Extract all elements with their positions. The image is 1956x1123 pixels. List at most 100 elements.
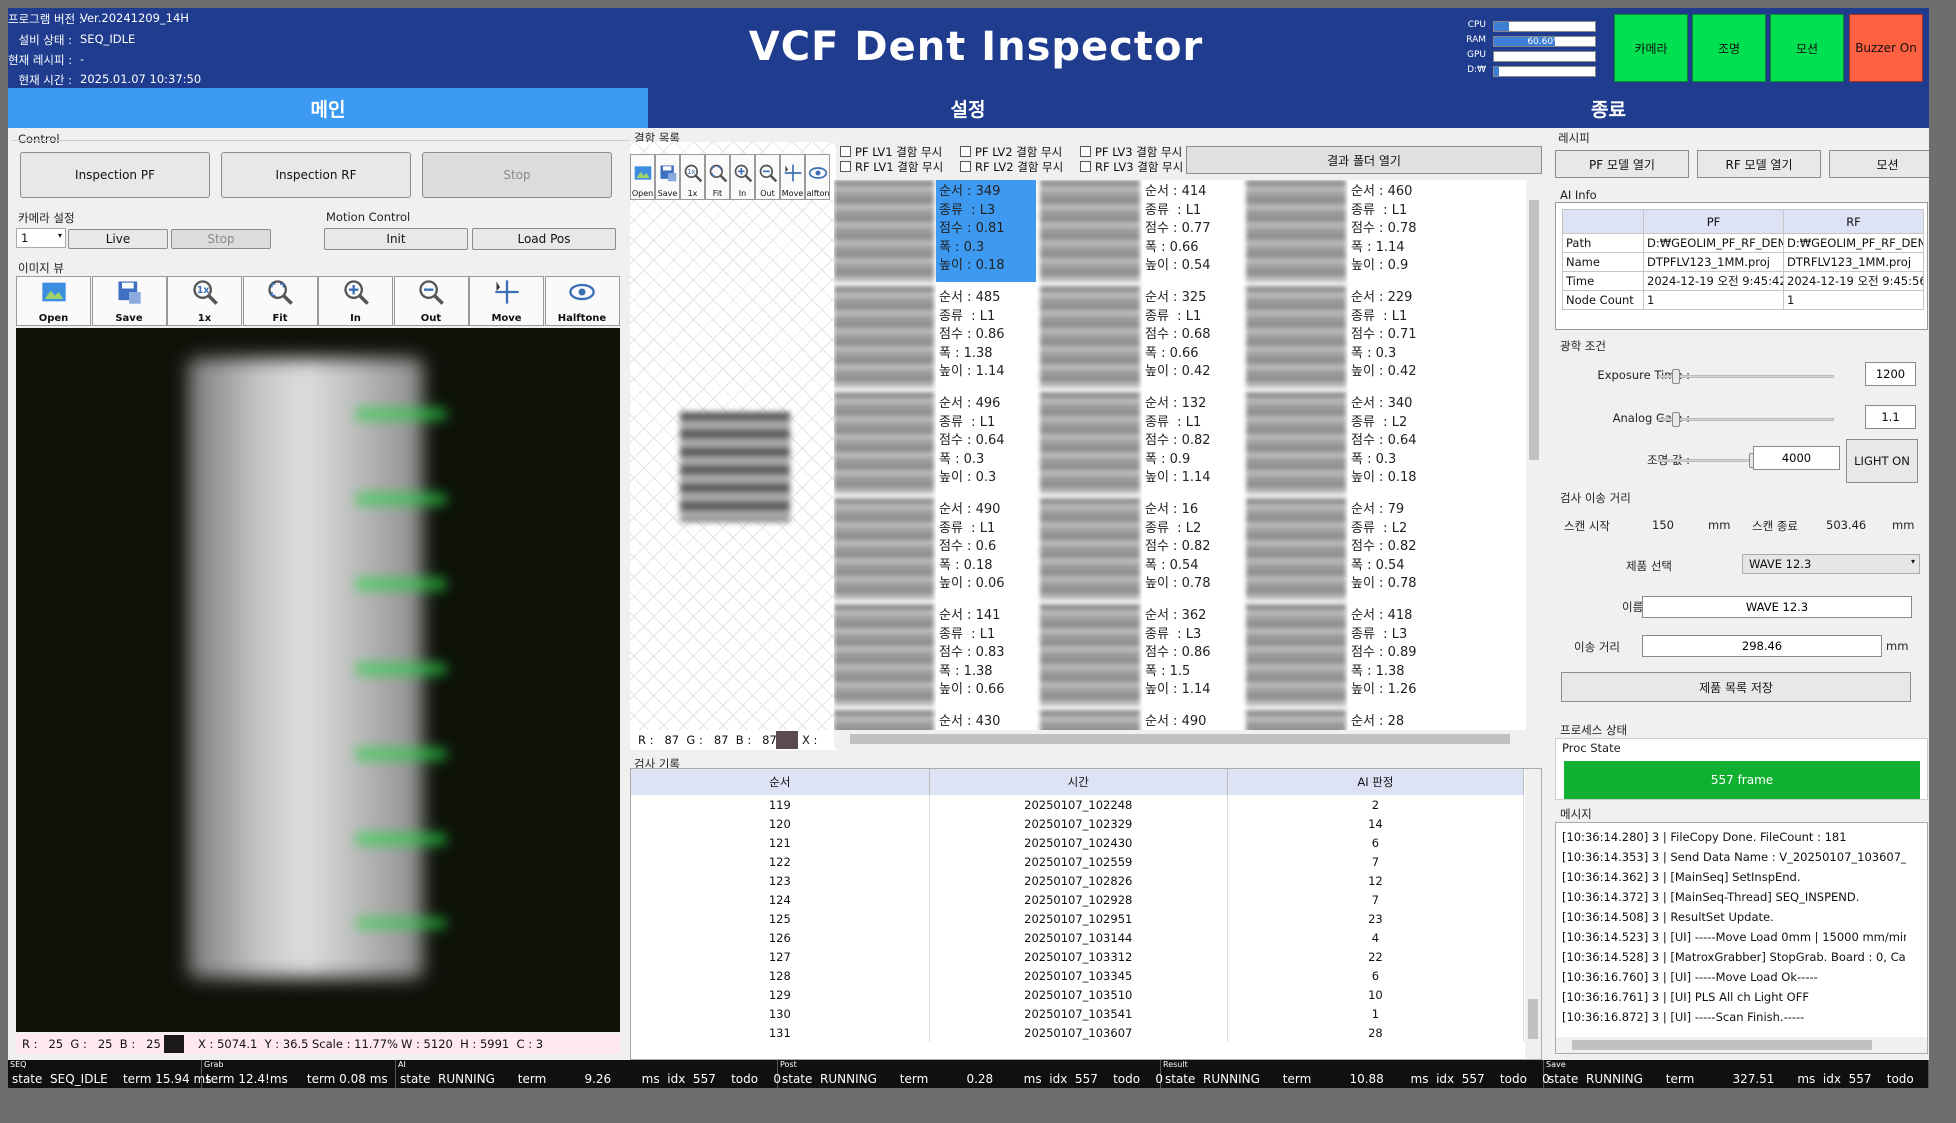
checkbox-box[interactable] bbox=[960, 161, 971, 172]
defect-card[interactable]: 순서 : 79 종류 : L2 점수 : 0.82 폭 : 0.54 높이 : 0.78 bbox=[1348, 498, 1448, 600]
filter-checkbox[interactable]: PF LV3 결함 무시 bbox=[1080, 144, 1182, 160]
motion-button[interactable]: 모션 bbox=[1770, 14, 1844, 82]
gain-input[interactable] bbox=[1865, 405, 1916, 429]
defect-card[interactable]: 순서 : 132 종류 : L1 점수 : 0.82 폭 : 0.9 높이 : 1.14 bbox=[1142, 392, 1242, 494]
stop-button[interactable]: Stop bbox=[422, 152, 612, 198]
defect-grid-hscrollbar[interactable] bbox=[834, 730, 1526, 748]
history-row[interactable]: 126 20250107_103144 4 bbox=[631, 928, 1525, 947]
history-row[interactable]: 127 20250107_103312 22 bbox=[631, 947, 1525, 966]
1x-tool-button[interactable]: 1x 1x bbox=[167, 276, 242, 326]
history-row[interactable]: 131 20250107_103607 28 bbox=[631, 1023, 1525, 1042]
slider-track[interactable] bbox=[1658, 375, 1834, 378]
history-row[interactable]: 129 20250107_103510 10 bbox=[631, 985, 1525, 1004]
defect-card[interactable]: 순서 : 28 bbox=[1348, 710, 1448, 732]
checkbox-box[interactable] bbox=[1080, 161, 1091, 172]
history-row[interactable]: 123 20250107_102826 12 bbox=[631, 871, 1525, 890]
move-tool-button[interactable]: Move bbox=[469, 276, 544, 326]
preview-move-tool[interactable]: Move bbox=[780, 154, 805, 200]
defect-thumbnail[interactable] bbox=[1246, 604, 1346, 706]
camera-select[interactable]: 1 ▾ bbox=[16, 228, 66, 248]
defect-card[interactable]: 순서 : 325 종류 : L1 점수 : 0.68 폭 : 0.66 높이 : 0.4… bbox=[1142, 286, 1242, 388]
open-tool-button[interactable]: Open bbox=[16, 276, 91, 326]
preview-save-tool[interactable]: Save bbox=[655, 154, 680, 200]
defect-card[interactable]: 순서 : 16 종류 : L2 점수 : 0.82 폭 : 0.54 높이 : 0.78 bbox=[1142, 498, 1242, 600]
name-input[interactable] bbox=[1642, 596, 1912, 618]
message-log-hscrollbar[interactable] bbox=[1556, 1037, 1927, 1053]
checkbox-box[interactable] bbox=[840, 146, 851, 157]
defect-grid-scrollbar[interactable] bbox=[1526, 180, 1542, 732]
halftone-tool-button[interactable]: Halftone bbox=[544, 276, 620, 326]
buzzer-button[interactable]: Buzzer On bbox=[1849, 14, 1923, 82]
defect-card[interactable]: 순서 : 496 종류 : L1 점수 : 0.64 폭 : 0.3 높이 : 0.3 bbox=[936, 392, 1036, 494]
defect-card[interactable]: 순서 : 418 종류 : L3 점수 : 0.89 폭 : 1.38 높이 : 1.2… bbox=[1348, 604, 1448, 706]
history-row[interactable]: 122 20250107_102559 7 bbox=[631, 852, 1525, 871]
defect-thumbnail[interactable] bbox=[1040, 498, 1140, 600]
history-column-header[interactable]: 시간 bbox=[929, 769, 1228, 795]
defect-thumbnail[interactable] bbox=[1040, 392, 1140, 494]
defect-thumbnail[interactable] bbox=[834, 392, 934, 494]
defect-thumbnail[interactable] bbox=[1246, 710, 1346, 732]
inspection-rf-button[interactable]: Inspection RF bbox=[221, 152, 411, 198]
defect-thumbnail[interactable] bbox=[1040, 604, 1140, 706]
defect-card[interactable]: 순서 : 414 종류 : L1 점수 : 0.77 폭 : 0.66 높이 : 0.5… bbox=[1142, 180, 1242, 282]
preview-fit-tool[interactable]: Fit bbox=[705, 154, 730, 200]
history-column-header[interactable]: AI 판정 bbox=[1227, 769, 1525, 795]
in-tool-button[interactable]: In bbox=[318, 276, 393, 326]
filter-checkbox[interactable]: PF LV1 결함 무시 bbox=[840, 144, 942, 160]
defect-card[interactable]: 순서 : 490 bbox=[1142, 710, 1242, 732]
history-row[interactable]: 120 20250107_102329 14 bbox=[631, 814, 1525, 833]
tab-exit[interactable]: 종료 bbox=[1288, 88, 1929, 128]
slider-track[interactable] bbox=[1658, 459, 1758, 462]
tab-settings[interactable]: 설정 bbox=[648, 88, 1288, 128]
history-row[interactable]: 130 20250107_103541 1 bbox=[631, 1004, 1525, 1023]
exposure-input[interactable] bbox=[1865, 362, 1916, 386]
defect-card[interactable]: 순서 : 141 종류 : L1 점수 : 0.83 폭 : 1.38 높이 : 0.6… bbox=[936, 604, 1036, 706]
open-pf-model-button[interactable]: PF 모델 열기 bbox=[1555, 150, 1689, 178]
gain-slider[interactable] bbox=[1658, 412, 1834, 427]
fit-tool-button[interactable]: Fit bbox=[242, 276, 318, 326]
history-row[interactable]: 121 20250107_102430 6 bbox=[631, 833, 1525, 852]
camera-button[interactable]: 카메라 bbox=[1614, 14, 1688, 82]
defect-thumbnail[interactable] bbox=[1040, 180, 1140, 282]
history-row[interactable]: 128 20250107_103345 6 bbox=[631, 966, 1525, 985]
filter-checkbox[interactable]: PF LV2 결함 무시 bbox=[960, 144, 1062, 160]
defect-thumbnail[interactable] bbox=[834, 286, 934, 388]
scrollbar-thumb[interactable] bbox=[850, 734, 1510, 744]
defect-thumbnail[interactable] bbox=[834, 498, 934, 600]
preview-halftone-tool[interactable]: Halftone bbox=[805, 154, 830, 200]
image-view-canvas[interactable] bbox=[16, 328, 620, 1032]
recipe-motion-button[interactable]: 모션 bbox=[1829, 150, 1929, 178]
save-product-list-button[interactable]: 제품 목록 저장 bbox=[1561, 672, 1911, 702]
slider-thumb[interactable] bbox=[1671, 369, 1680, 384]
transport-distance-input[interactable] bbox=[1642, 635, 1882, 657]
motion-init-button[interactable]: Init bbox=[324, 228, 468, 250]
slider-thumb[interactable] bbox=[1671, 412, 1680, 427]
defect-thumbnail[interactable] bbox=[1246, 180, 1346, 282]
save-tool-button[interactable]: Save bbox=[91, 276, 167, 326]
open-result-folder-button[interactable]: 결과 폴더 열기 bbox=[1186, 146, 1542, 174]
preview-open-tool[interactable]: Open bbox=[630, 154, 655, 200]
camera-stop-button[interactable]: Stop bbox=[171, 229, 271, 249]
defect-thumbnail[interactable] bbox=[834, 180, 934, 282]
scrollbar-thumb[interactable] bbox=[1528, 999, 1538, 1039]
load-pos-button[interactable]: Load Pos bbox=[472, 228, 616, 250]
history-scrollbar[interactable] bbox=[1525, 769, 1541, 1059]
scrollbar-thumb[interactable] bbox=[1572, 1040, 1872, 1050]
scrollbar-thumb[interactable] bbox=[1529, 200, 1539, 460]
filter-checkbox[interactable]: RF LV3 결함 무시 bbox=[1080, 159, 1183, 175]
defect-card[interactable]: 순서 : 485 종류 : L1 점수 : 0.86 폭 : 1.38 높이 : 1.1… bbox=[936, 286, 1036, 388]
defect-grid[interactable]: 순서 : 349 종류 : L3 점수 : 0.81 폭 : 0.3 높이 : 0.18… bbox=[834, 180, 1542, 732]
defect-card[interactable]: 순서 : 430 bbox=[936, 710, 1036, 732]
out-tool-button[interactable]: Out bbox=[393, 276, 469, 326]
open-rf-model-button[interactable]: RF 모델 열기 bbox=[1697, 150, 1821, 178]
defect-thumbnail[interactable] bbox=[1246, 392, 1346, 494]
inspection-pf-button[interactable]: Inspection PF bbox=[20, 152, 210, 198]
slider-track[interactable] bbox=[1658, 418, 1834, 421]
product-select[interactable]: WAVE 12.3 ▾ bbox=[1742, 554, 1920, 574]
preview-in-tool[interactable]: In bbox=[730, 154, 755, 200]
tab-main[interactable]: 메인 bbox=[8, 88, 648, 128]
defect-thumbnail[interactable] bbox=[1040, 286, 1140, 388]
preview-1x-tool[interactable]: 1x 1x bbox=[680, 154, 705, 200]
defect-card[interactable]: 순서 : 460 종류 : L1 점수 : 0.78 폭 : 1.14 높이 : 0.9 bbox=[1348, 180, 1448, 282]
history-row[interactable]: 124 20250107_102928 7 bbox=[631, 890, 1525, 909]
